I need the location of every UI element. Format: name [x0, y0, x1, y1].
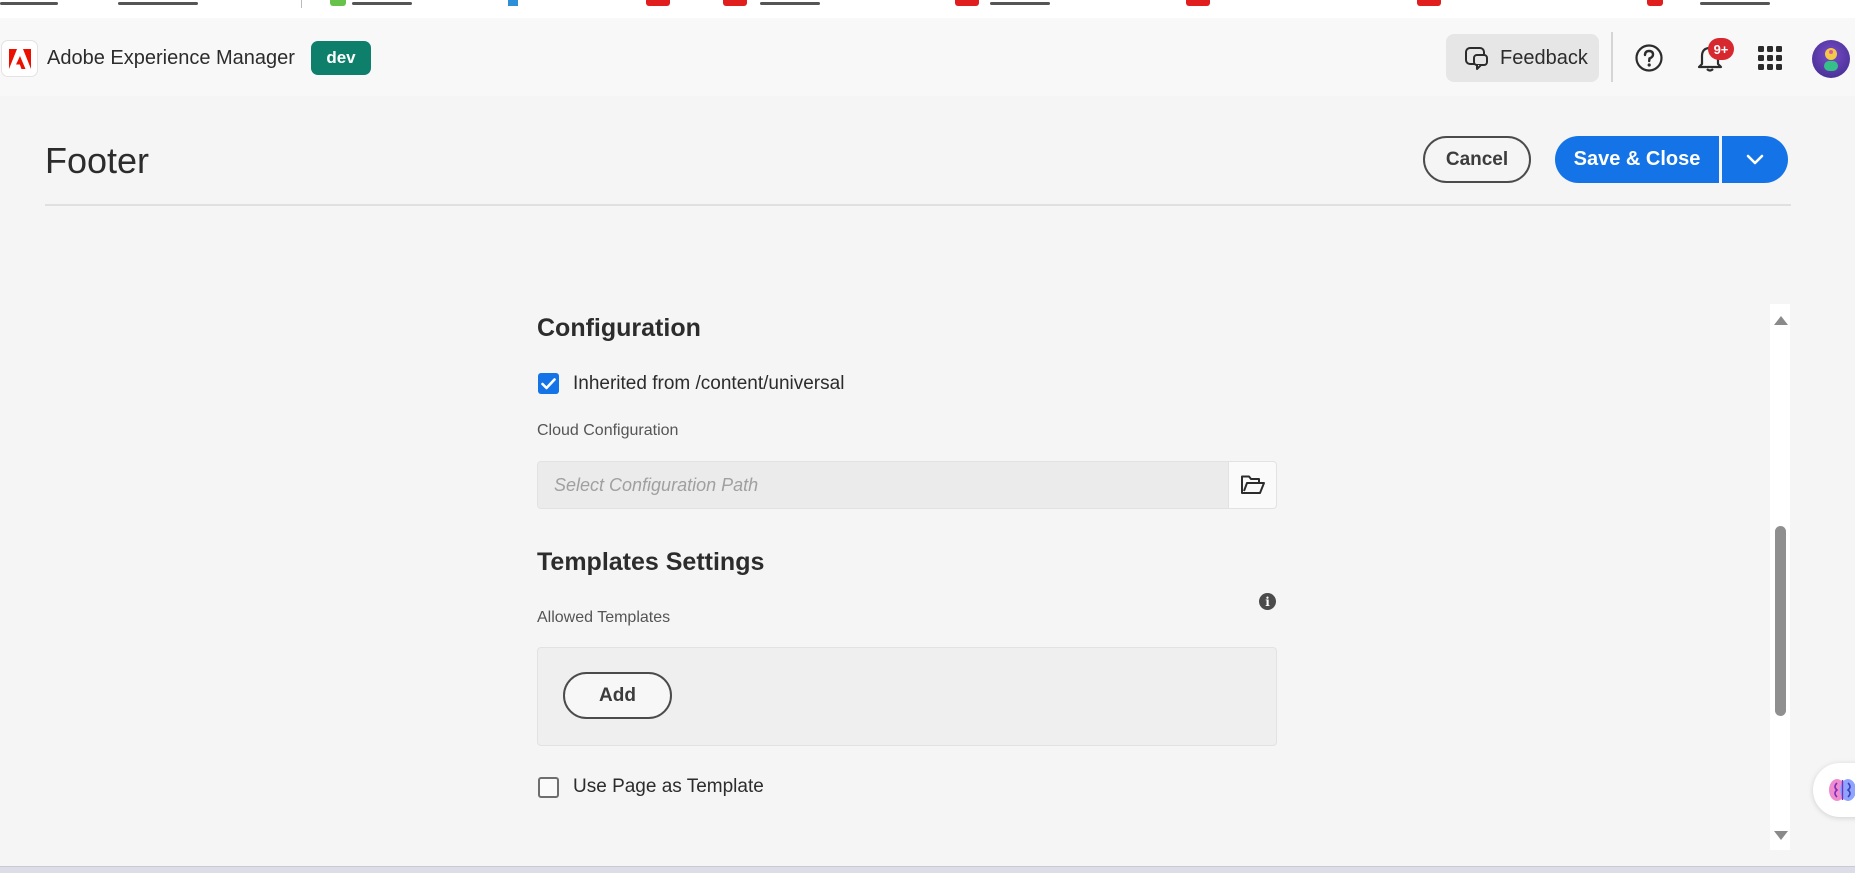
folder-open-icon: [1240, 475, 1265, 494]
adobe-logo-icon-glyph: [8, 48, 31, 69]
bookmark-sync-icon[interactable]: [118, 2, 198, 5]
bookmark-label: [352, 2, 412, 5]
inherited-checkbox[interactable]: [538, 373, 559, 394]
bookmark-label: [990, 2, 1050, 5]
bookmark-red-app-icon[interactable]: [723, 0, 747, 6]
use-page-as-template-checkbox[interactable]: [538, 777, 559, 798]
apps-grid-icon[interactable]: [1752, 40, 1788, 76]
checkmark-icon: [541, 377, 556, 389]
brain-icon: [1829, 779, 1855, 801]
bookmark-green-app-icon[interactable]: [330, 0, 346, 6]
bookmark-red-app-icon[interactable]: [1186, 0, 1210, 6]
scroll-down-arrow-icon[interactable]: [1774, 831, 1788, 840]
feedback-icon: [1465, 47, 1488, 70]
inherited-label[interactable]: Inherited from /content/universal: [573, 373, 844, 395]
bookmark-red-app-icon[interactable]: [1417, 0, 1441, 6]
cloud-configuration-label: Cloud Configuration: [537, 422, 679, 439]
bookmark-red-app-icon[interactable]: [955, 0, 979, 6]
scroll-up-arrow-icon[interactable]: [1774, 316, 1788, 325]
form-scrollbar[interactable]: [1770, 304, 1790, 850]
configuration-heading: Configuration: [537, 314, 701, 342]
allowed-templates-list: Add: [537, 647, 1277, 746]
window-bottom-edge: [0, 866, 1855, 873]
save-options-dropdown[interactable]: [1722, 136, 1788, 183]
feedback-button[interactable]: Feedback: [1446, 34, 1599, 82]
adobe-logo-icon[interactable]: [1, 40, 38, 77]
configuration-path-input[interactable]: [538, 462, 1229, 508]
notification-count-badge: 9+: [1708, 38, 1734, 60]
browse-path-button[interactable]: [1228, 462, 1276, 508]
header-divider: [1611, 32, 1613, 82]
chevron-down-icon: [1746, 154, 1764, 164]
info-icon[interactable]: i: [1259, 593, 1276, 610]
templates-settings-heading: Templates Settings: [537, 548, 765, 576]
bookmarks-bar: [0, 0, 1855, 18]
app-name[interactable]: Adobe Experience Manager: [47, 47, 295, 70]
use-page-as-template-label[interactable]: Use Page as Template: [573, 776, 764, 798]
cancel-button[interactable]: Cancel: [1423, 136, 1531, 183]
bookmark-page-icon[interactable]: [0, 2, 58, 5]
app-header: Adobe Experience Manager dev Feedback 9+: [0, 18, 1855, 96]
allowed-templates-label: Allowed Templates: [537, 609, 671, 626]
bookmark-blue-app-icon[interactable]: [508, 0, 518, 6]
bookmark-separator: [301, 0, 302, 8]
save-and-close-button[interactable]: Save & Close: [1555, 136, 1719, 183]
help-icon[interactable]: [1631, 40, 1667, 76]
page-title: Footer: [45, 140, 150, 181]
bookmark-label: [1700, 2, 1770, 5]
scrollbar-thumb[interactable]: [1775, 526, 1786, 716]
environment-badge: dev: [311, 41, 371, 75]
bookmark-red-app-icon[interactable]: [646, 0, 670, 6]
page-properties-form: Configuration Inherited from /content/un…: [0, 206, 1855, 866]
feedback-label: Feedback: [1500, 46, 1588, 69]
page-header: Footer Cancel Save & Close: [0, 96, 1855, 206]
bookmark-red-figure-icon[interactable]: [1647, 0, 1663, 6]
configuration-path-field: [537, 461, 1277, 509]
bookmark-label: [760, 2, 820, 5]
add-template-button[interactable]: Add: [563, 672, 672, 719]
avatar[interactable]: [1812, 40, 1850, 78]
